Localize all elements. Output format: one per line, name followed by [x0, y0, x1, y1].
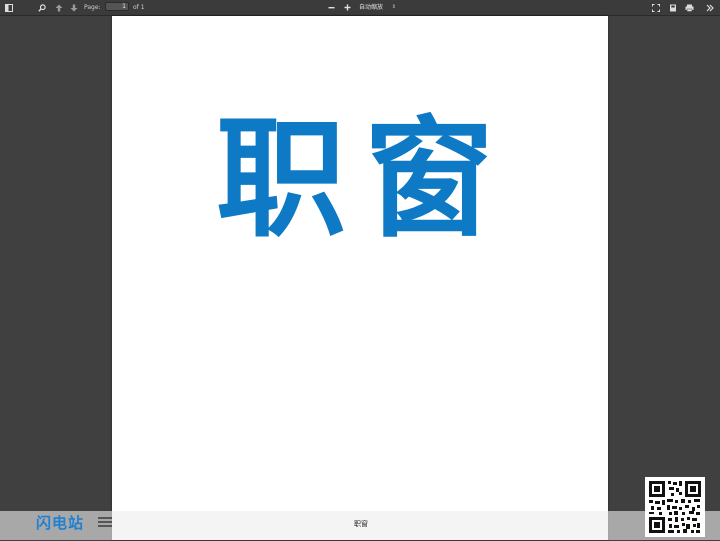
zoom-in-icon[interactable]	[342, 2, 353, 13]
brand-logo[interactable]: 闪电站	[36, 513, 84, 533]
presentation-mode-icon[interactable]	[650, 2, 661, 13]
zoom-out-icon[interactable]	[326, 2, 337, 13]
zoom-select-value: 自动缩放	[359, 4, 384, 11]
menu-icon[interactable]	[98, 517, 112, 528]
more-tools-icon[interactable]	[704, 2, 715, 13]
pdf-page: 职窗	[112, 16, 608, 540]
zoom-select[interactable]: 自动缩放 ⇕	[356, 2, 398, 13]
page-count: of 1	[133, 4, 145, 11]
page-label: Page:	[84, 4, 101, 11]
qr-code-image	[645, 477, 705, 537]
chevron-up-down-icon: ⇕	[391, 4, 396, 10]
print-icon[interactable]	[684, 2, 695, 13]
footer-title: 职窗	[354, 520, 368, 528]
next-page-icon[interactable]	[68, 2, 79, 13]
search-icon[interactable]	[36, 2, 47, 13]
qr-code	[645, 477, 705, 537]
download-icon[interactable]	[667, 2, 678, 13]
page-number-input[interactable]: 1	[105, 2, 129, 11]
document-title: 职窗	[216, 103, 513, 255]
pdf-toolbar: Page: 1 of 1 自动缩放 ⇕	[0, 0, 720, 16]
previous-page-icon[interactable]	[53, 2, 64, 13]
sidebar-toggle-icon[interactable]	[3, 2, 14, 13]
